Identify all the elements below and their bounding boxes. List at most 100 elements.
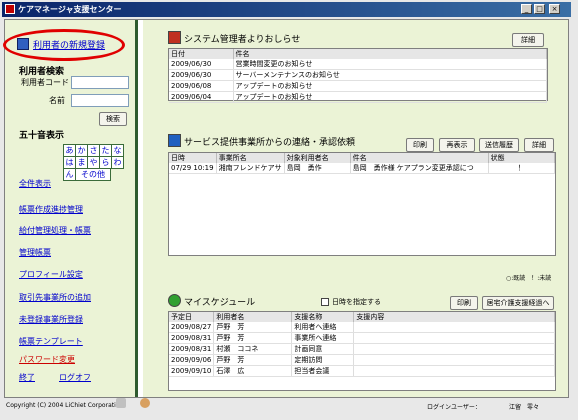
kana-other[interactable]: その他 — [75, 168, 111, 181]
megaphone-icon — [168, 31, 181, 44]
document-icon — [168, 134, 181, 147]
nav-benefit-management[interactable]: 給付管理処理・帳票 — [19, 225, 91, 236]
col-user-name: 利用者名 — [213, 312, 293, 322]
nav-profile-settings[interactable]: プロフィール設定 — [19, 269, 83, 280]
schedule-print-button[interactable]: 印刷 — [450, 296, 478, 310]
cell-user-name: 芦野 芳 — [213, 322, 293, 333]
nav-management-forms[interactable]: 管理帳票 — [19, 247, 51, 258]
minimize-button[interactable]: _ — [521, 4, 532, 14]
col-status: 状態 — [488, 153, 556, 163]
notices-detail-button[interactable]: 詳細 — [512, 33, 544, 47]
cell-support-name: 事業所へ連絡 — [291, 332, 355, 344]
date-specify-label: 日時を指定する — [332, 298, 381, 306]
person-icon[interactable] — [140, 398, 150, 408]
table-row[interactable]: 2009/09/10 石澤 広担当者会議 — [169, 365, 555, 377]
cell-subject: 島岡 勇作様 ケアプラン変更承認につ — [350, 163, 489, 174]
logoff-link[interactable]: ログオフ — [59, 372, 91, 383]
table-row[interactable]: 2009/08/31 村瀬 ココネ 計画同意 — [169, 343, 555, 355]
cell-support-content — [353, 332, 555, 344]
cell-plan-date: 2009/09/06 — [169, 354, 215, 366]
copyright-text: Copyright (C) 2004 LiChiet Corporation — [6, 402, 124, 409]
table-row[interactable]: 2009/06/30 営業時間変更のお知らせ — [169, 59, 547, 70]
footer: Copyright (C) 2004 LiChiet Corporation ロ… — [4, 398, 569, 412]
title-bar: ケアマネージャ支援センター _ □ × — [2, 2, 571, 17]
cell-support-content — [353, 322, 555, 333]
notices-table: 日付 件名 2009/06/30 営業時間変更のお知らせ 2009/06/30 サー… — [168, 48, 548, 103]
service-history-button[interactable]: 送信履歴 — [479, 138, 519, 152]
cell-support-name: 利用者へ連絡 — [291, 322, 355, 333]
nav-add-partner-office[interactable]: 取引先事業所の追加 — [19, 292, 91, 303]
table-row[interactable]: 07/29 10:19 湘南フレンドケアサ 島岡 勇作 島岡 勇作様 ケアプラン… — [169, 163, 556, 174]
col-subject: 件名 — [233, 49, 547, 59]
content-area: 利用者の新規登録 利用者検索 利用者コード 名前 検索 五十音表示 あ か さ … — [3, 19, 569, 398]
schedule-table: 予定日 利用者名 支援名称 支援内容 2009/08/27 芦野 芳利用者へ連絡 … — [168, 311, 556, 391]
login-user-name: 江留 零々 — [509, 404, 540, 411]
cell-date: 2009/06/30 — [169, 59, 234, 70]
name-input[interactable] — [71, 94, 129, 107]
table-row[interactable]: 2009/06/08 アップデートのお知らせ — [169, 80, 547, 92]
service-refresh-button[interactable]: 再表示 — [439, 138, 475, 152]
kana-index-title: 五十音表示 — [19, 131, 65, 141]
login-user-label: ログインユーザー： — [427, 404, 481, 411]
date-specify-checkbox[interactable] — [321, 298, 329, 306]
app-icon — [5, 4, 15, 14]
table-header: 予定日 利用者名 支援名称 支援内容 — [169, 312, 555, 322]
cell-target-user: 島岡 勇作 — [284, 163, 351, 174]
cell-user-name: 石澤 広 — [213, 365, 293, 377]
col-date: 日付 — [169, 49, 234, 59]
search-button[interactable]: 検索 — [99, 112, 127, 126]
cell-subject: 営業時間変更のお知らせ — [233, 59, 547, 70]
user-search-title: 利用者検索 — [19, 67, 65, 77]
service-title: サービス提供事業所からの連絡・承認依頼 — [184, 138, 356, 148]
nav-password-change[interactable]: パスワード変更 — [19, 354, 75, 365]
maximize-button[interactable]: □ — [534, 4, 545, 14]
close-button[interactable]: × — [549, 4, 560, 14]
service-table: 日時 事業所名 対象利用者名 件名 状態 07/29 10:19 湘南フレンドケ… — [168, 152, 556, 256]
pen-icon[interactable] — [116, 398, 126, 408]
name-label: 名前 — [49, 96, 65, 105]
kana-wa[interactable]: わ — [111, 156, 124, 169]
highlight-annotation — [3, 29, 125, 61]
cell-subject: アップデートのお知らせ — [233, 80, 547, 92]
app-window: ケアマネージャ支援センター _ □ × 利用者の新規登録 利用者検索 利用者コー… — [0, 0, 578, 420]
table-row[interactable]: 2009/08/27 芦野 芳利用者へ連絡 — [169, 322, 555, 333]
schedule-title: マイスケジュール — [184, 298, 256, 308]
cell-subject: アップデートのお知らせ — [233, 91, 547, 103]
clock-icon — [168, 294, 181, 307]
col-target-user: 対象利用者名 — [284, 153, 351, 163]
cell-plan-date: 2009/09/10 — [169, 365, 215, 377]
table-row[interactable]: 2009/06/04 アップデートのお知らせ — [169, 91, 547, 103]
col-office: 事業所名 — [216, 153, 285, 163]
table-header: 日時 事業所名 対象利用者名 件名 状態 — [169, 153, 556, 163]
read-status-legend: ○:既読 ！:未読 — [506, 275, 552, 282]
end-link[interactable]: 終了 — [19, 372, 35, 383]
cell-user-name: 芦野 芳 — [213, 354, 293, 366]
cell-date: 2009/06/08 — [169, 80, 234, 92]
notices-title: システム管理者よりおしらせ — [184, 35, 301, 45]
nav-register-office[interactable]: 未登録事業所登録 — [19, 314, 83, 325]
care-progress-button[interactable]: 居宅介護支援経過へ — [482, 296, 554, 310]
cell-support-content — [353, 343, 555, 355]
nav-form-template[interactable]: 帳票テンプレート — [19, 336, 83, 347]
col-subject: 件名 — [350, 153, 489, 163]
user-code-input[interactable] — [71, 76, 129, 89]
table-row[interactable]: 2009/08/31 芦野 芳事業所へ連絡 — [169, 332, 555, 344]
table-row[interactable]: 2009/06/30 サーバーメンテナンスのお知らせ — [169, 69, 547, 81]
nav-form-progress[interactable]: 帳票作成進捗管理 — [19, 204, 83, 215]
cell-datetime: 07/29 10:19 — [169, 163, 217, 174]
sidebar: 利用者の新規登録 利用者検索 利用者コード 名前 検索 五十音表示 あ か さ … — [3, 20, 138, 397]
cell-date: 2009/06/30 — [169, 69, 234, 81]
service-print-button[interactable]: 印刷 — [406, 138, 434, 152]
cell-user-name: 村瀬 ココネ — [213, 343, 293, 355]
show-all-link[interactable]: 全件表示 — [19, 178, 51, 189]
col-support-name: 支援名称 — [291, 312, 355, 322]
cell-status: ！ — [488, 163, 556, 174]
table-row[interactable]: 2009/09/06 芦野 芳定期訪問 — [169, 354, 555, 366]
cell-plan-date: 2009/08/27 — [169, 322, 215, 333]
service-detail-button[interactable]: 詳細 — [524, 138, 554, 152]
table-header: 日付 件名 — [169, 49, 547, 59]
col-support-content: 支援内容 — [353, 312, 555, 322]
cell-plan-date: 2009/08/31 — [169, 332, 215, 344]
window-title: ケアマネージャ支援センター — [18, 5, 122, 14]
cell-subject: サーバーメンテナンスのお知らせ — [233, 69, 547, 81]
